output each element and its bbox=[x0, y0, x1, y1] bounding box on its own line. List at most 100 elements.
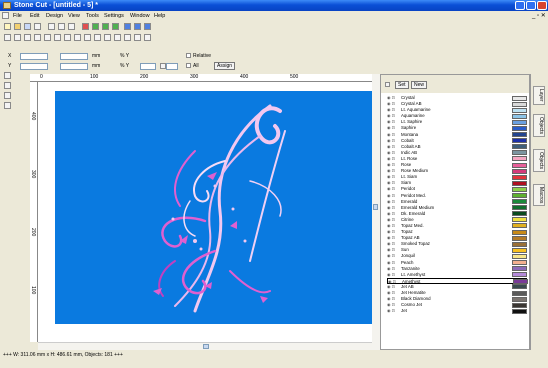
visibility-icon[interactable]: ◉ ⊡ bbox=[387, 217, 397, 222]
color-swatch[interactable] bbox=[512, 229, 527, 235]
copy-icon[interactable] bbox=[58, 23, 65, 30]
select-icon[interactable] bbox=[4, 34, 11, 41]
visibility-icon[interactable]: ◉ ⊡ bbox=[387, 144, 397, 149]
zoom-icon[interactable] bbox=[144, 34, 151, 41]
contour-icon[interactable] bbox=[112, 23, 119, 30]
color-swatch[interactable] bbox=[512, 247, 527, 253]
visibility-icon[interactable]: ◉ ⊡ bbox=[387, 284, 397, 289]
visibility-icon[interactable]: ◉ ⊡ bbox=[387, 114, 397, 118]
visibility-icon[interactable]: ◉ ⊡ bbox=[387, 169, 397, 173]
visibility-icon[interactable]: ◉ ⊡ bbox=[387, 291, 397, 295]
canvas-area[interactable] bbox=[38, 82, 380, 342]
new-icon[interactable] bbox=[4, 23, 11, 30]
all-checkbox[interactable] bbox=[186, 63, 191, 68]
count-input[interactable] bbox=[166, 63, 178, 70]
color-swatch[interactable] bbox=[512, 174, 527, 180]
visibility-icon[interactable]: ◉ ⊡ bbox=[387, 156, 397, 161]
visibility-icon[interactable]: ◉ ⊡ bbox=[387, 175, 397, 179]
visibility-icon[interactable]: ◉ ⊡ bbox=[387, 242, 397, 246]
minimize-button[interactable] bbox=[515, 1, 525, 10]
color-swatch[interactable] bbox=[512, 162, 527, 168]
rotate-icon[interactable] bbox=[14, 34, 21, 41]
visibility-icon[interactable]: ◉ ⊡ bbox=[387, 132, 397, 137]
visibility-icon[interactable]: ◉ ⊡ bbox=[387, 297, 397, 301]
vertical-scrollbar[interactable] bbox=[372, 74, 380, 350]
redo-icon[interactable] bbox=[134, 23, 141, 30]
print-icon[interactable] bbox=[34, 23, 41, 30]
color-swatch[interactable] bbox=[512, 260, 527, 266]
visibility-icon[interactable]: ◉ ⊡ bbox=[387, 248, 397, 252]
color-swatch[interactable] bbox=[512, 308, 527, 314]
height-input[interactable] bbox=[60, 63, 88, 70]
color-swatch[interactable] bbox=[512, 217, 527, 223]
cut-icon[interactable] bbox=[48, 23, 55, 30]
zoom-in-icon[interactable] bbox=[104, 34, 111, 41]
align-icon[interactable] bbox=[44, 34, 51, 41]
visibility-icon[interactable]: ◉ ⊡ bbox=[387, 236, 397, 240]
close-button[interactable] bbox=[537, 1, 547, 10]
color-swatch[interactable] bbox=[512, 272, 527, 278]
menu-settings[interactable]: Settings bbox=[104, 11, 124, 21]
help-icon[interactable] bbox=[144, 23, 151, 30]
group-icon[interactable] bbox=[64, 34, 71, 41]
width-input[interactable] bbox=[60, 53, 88, 60]
visibility-icon[interactable]: ◉ ⊡ bbox=[387, 199, 397, 204]
front-icon[interactable] bbox=[84, 34, 91, 41]
ungroup-icon[interactable] bbox=[74, 34, 81, 41]
save-icon[interactable] bbox=[24, 23, 31, 30]
visibility-icon[interactable]: ◉ ⊡ bbox=[387, 163, 397, 167]
color-swatch[interactable] bbox=[512, 180, 527, 186]
y-input[interactable] bbox=[20, 63, 48, 70]
doc-icon[interactable] bbox=[2, 12, 9, 19]
tab-objects-2[interactable]: Objects bbox=[533, 149, 545, 172]
color-swatch[interactable] bbox=[512, 101, 527, 107]
color-swatch[interactable] bbox=[512, 125, 527, 131]
open-icon[interactable] bbox=[14, 23, 21, 30]
visibility-icon[interactable]: ◉ ⊡ bbox=[387, 181, 397, 185]
stone-icon[interactable] bbox=[82, 23, 89, 30]
visibility-icon[interactable]: ◉ ⊡ bbox=[387, 309, 397, 313]
outline-icon[interactable] bbox=[102, 23, 109, 30]
visibility-icon[interactable]: ◉ ⊡ bbox=[387, 102, 397, 106]
color-swatch[interactable] bbox=[512, 223, 527, 229]
color-swatch[interactable] bbox=[512, 168, 527, 174]
color-swatch[interactable] bbox=[512, 205, 527, 211]
color-swatch[interactable] bbox=[512, 144, 527, 150]
menu-view[interactable]: View bbox=[68, 11, 80, 21]
visibility-icon[interactable]: ◉ ⊡ bbox=[387, 126, 397, 130]
visibility-icon[interactable]: ◉ ⊡ bbox=[387, 205, 397, 210]
rect-tool-icon[interactable] bbox=[4, 102, 11, 109]
visibility-icon[interactable]: ◉ ⊡ bbox=[387, 120, 397, 124]
assign-button[interactable]: Assign bbox=[214, 62, 236, 70]
angle-input[interactable] bbox=[140, 63, 156, 70]
zoom-out-icon[interactable] bbox=[114, 34, 121, 41]
color-swatch[interactable] bbox=[512, 235, 527, 241]
color-swatch[interactable] bbox=[512, 95, 527, 101]
visibility-icon[interactable]: ◉ ⊡ bbox=[387, 260, 397, 265]
visibility-icon[interactable]: ◉ ⊡ bbox=[387, 211, 397, 216]
color-swatch[interactable] bbox=[512, 186, 527, 192]
maximize-button[interactable] bbox=[526, 1, 536, 10]
visibility-icon[interactable]: ◉ ⊡ bbox=[387, 266, 397, 271]
distribute-icon[interactable] bbox=[54, 34, 61, 41]
page-icon[interactable] bbox=[134, 34, 141, 41]
back-icon[interactable] bbox=[94, 34, 101, 41]
color-swatch[interactable] bbox=[512, 138, 527, 144]
visibility-icon[interactable]: ◉ ⊡ bbox=[387, 96, 397, 100]
visibility-icon[interactable]: ◉ ⊡ bbox=[387, 193, 397, 198]
mirror-icon[interactable] bbox=[24, 34, 31, 41]
color-swatch[interactable] bbox=[512, 296, 527, 302]
visibility-icon[interactable]: ◉ ⊡ bbox=[387, 150, 397, 155]
color-swatch[interactable] bbox=[512, 119, 527, 125]
color-swatch[interactable] bbox=[512, 253, 527, 259]
pointer-tool-icon[interactable] bbox=[4, 72, 11, 79]
menu-design[interactable]: Design bbox=[46, 11, 63, 21]
v-scroll-thumb[interactable] bbox=[373, 204, 378, 210]
undo-icon[interactable] bbox=[124, 23, 131, 30]
color-swatch[interactable] bbox=[512, 132, 527, 138]
tab-macros[interactable]: Macros bbox=[533, 184, 545, 207]
color-swatch[interactable] bbox=[512, 199, 527, 205]
visibility-icon[interactable]: ◉ ⊡ bbox=[387, 187, 397, 191]
color-swatch[interactable] bbox=[512, 302, 527, 308]
horizontal-scrollbar[interactable] bbox=[38, 342, 372, 350]
